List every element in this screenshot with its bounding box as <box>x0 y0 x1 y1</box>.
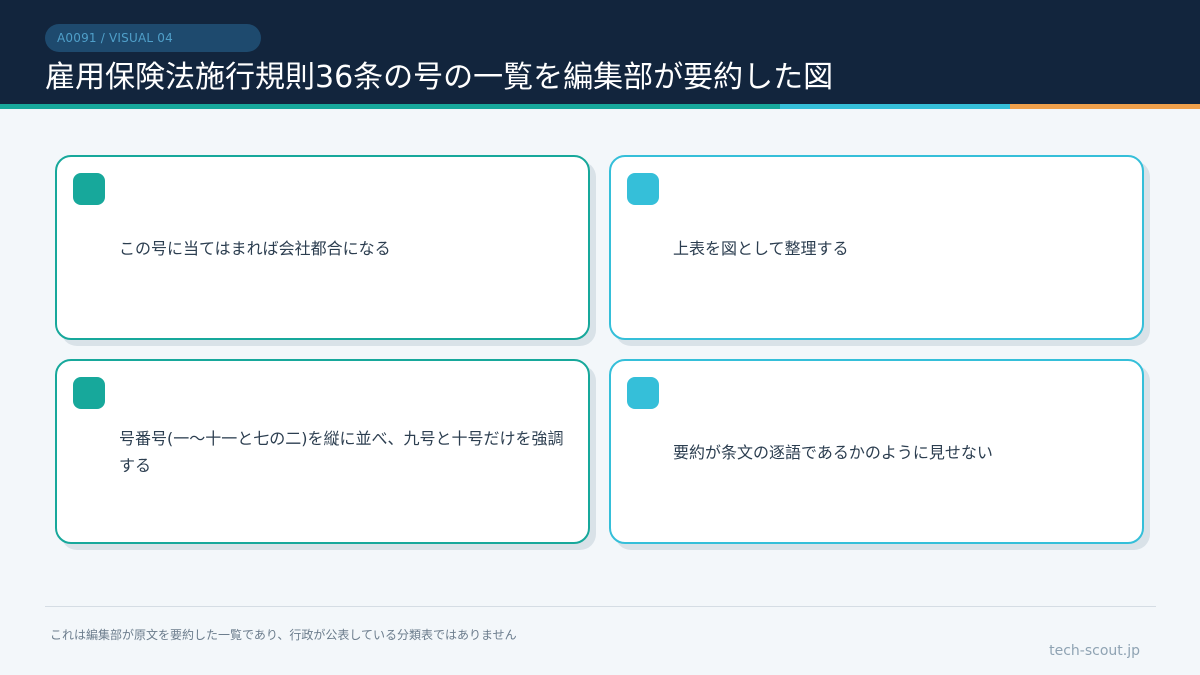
card-marker-icon <box>73 173 105 205</box>
footer-divider <box>45 606 1156 607</box>
card-marker-icon <box>73 377 105 409</box>
card-text: 上表を図として整理する <box>673 239 849 258</box>
accent-stripe-cyan <box>780 104 1010 109</box>
summary-card-4: 要約が条文の逐語であるかのように見せない <box>609 359 1144 544</box>
accent-stripe-orange <box>1010 104 1200 109</box>
site-brand: tech-scout.jp <box>1049 643 1140 659</box>
accent-stripe-teal <box>0 104 780 109</box>
card-marker-icon <box>627 377 659 409</box>
card-marker-icon <box>627 173 659 205</box>
card-text: 要約が条文の逐語であるかのように見せない <box>673 443 993 462</box>
visual-id-badge: A0091 / VISUAL 04 <box>45 24 261 52</box>
card-text: この号に当てはまれば会社都合になる <box>119 239 391 258</box>
footnote-disclaimer: これは編集部が原文を要約した一覧であり、行政が公表している分類表ではありません <box>50 628 517 642</box>
card-text: 号番号(一〜十一と七の二)を縦に並べ、九号と十号だけを強調する <box>119 429 564 475</box>
summary-card-2: 上表を図として整理する <box>609 155 1144 340</box>
summary-card-1: この号に当てはまれば会社都合になる <box>55 155 590 340</box>
page-title: 雇用保険法施行規則36条の号の一覧を編集部が要約した図 <box>45 60 834 95</box>
header-bar: A0091 / VISUAL 04 雇用保険法施行規則36条の号の一覧を編集部が… <box>0 0 1200 104</box>
summary-card-3: 号番号(一〜十一と七の二)を縦に並べ、九号と十号だけを強調する <box>55 359 590 544</box>
